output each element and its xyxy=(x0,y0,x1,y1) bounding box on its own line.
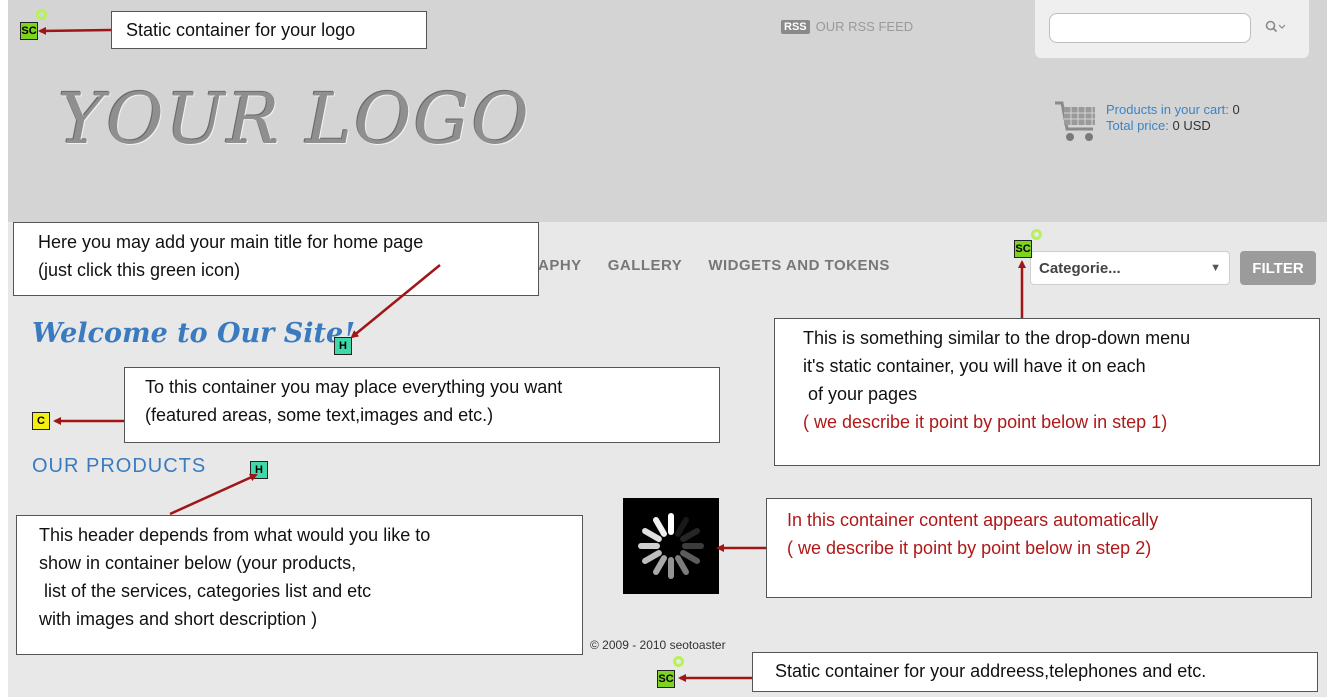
annotation-arrows xyxy=(38,26,1026,682)
arrow-logo xyxy=(38,26,112,35)
arrow-header xyxy=(169,473,258,516)
arrow-title xyxy=(350,264,441,339)
